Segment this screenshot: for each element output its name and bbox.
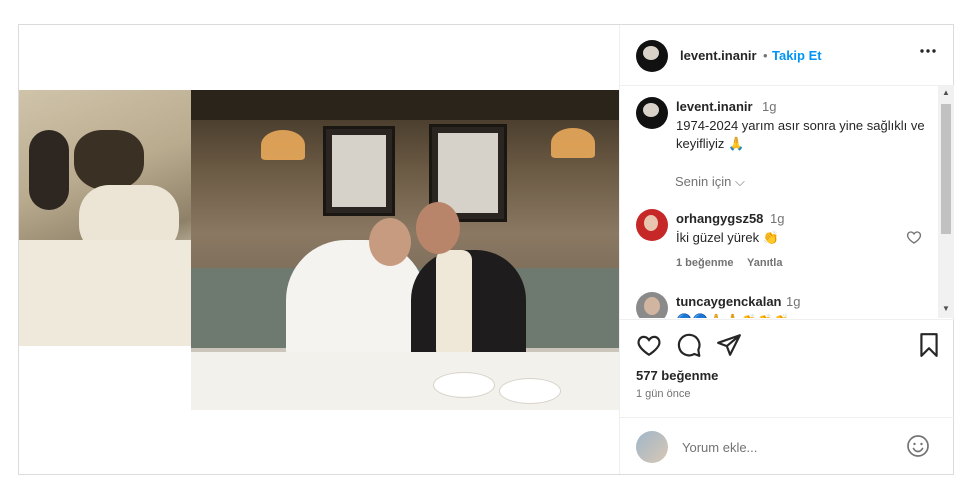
author-username[interactable]: levent.inanir xyxy=(680,48,757,63)
scroll-up-arrow-icon[interactable]: ▲ xyxy=(938,88,954,100)
caption-avatar[interactable] xyxy=(636,97,668,129)
comments-scrollbar[interactable]: ▲ ▼ xyxy=(938,86,954,318)
comment-icon[interactable] xyxy=(676,332,702,358)
post-actions: 577 beğenme 1 gün önce xyxy=(620,319,954,418)
comment-text: 🔵🔵🙏🙏👏👏👏 xyxy=(676,313,789,318)
emoji-icon[interactable] xyxy=(906,434,930,458)
comment-likes[interactable]: 1 beğenme xyxy=(676,257,733,269)
vintage-photo xyxy=(19,90,191,346)
author-avatar[interactable] xyxy=(636,40,668,72)
comment-time[interactable]: 1g xyxy=(786,294,800,309)
caption-time[interactable]: 1g xyxy=(762,99,776,114)
wall-frame-left xyxy=(323,126,395,216)
comment-username[interactable]: orhangygsz58 xyxy=(676,211,763,226)
bookmark-icon[interactable] xyxy=(916,332,942,358)
comment-username[interactable]: tuncaygenckalan xyxy=(676,294,782,309)
caption-username[interactable]: levent.inanir xyxy=(676,99,753,114)
add-comment-bar xyxy=(620,417,954,475)
comment-time[interactable]: 1g xyxy=(770,211,784,226)
current-user-avatar xyxy=(636,431,668,463)
share-icon[interactable] xyxy=(716,332,742,358)
comment-input[interactable] xyxy=(680,434,894,460)
scroll-down-arrow-icon[interactable]: ▼ xyxy=(938,304,954,316)
separator-dot: • xyxy=(763,48,768,63)
heart-icon[interactable] xyxy=(636,332,662,358)
follow-button[interactable]: Takip Et xyxy=(772,48,822,63)
instagram-post: levent.inanir • Takip Et levent.inanir 1… xyxy=(18,24,954,475)
likes-count[interactable]: 577 beğenme xyxy=(636,368,718,383)
restaurant-photo xyxy=(191,90,619,410)
translate-link[interactable]: Senin için ⌵ xyxy=(675,174,745,190)
comment-text: İki güzel yürek 👏 xyxy=(676,230,779,245)
comment-avatar[interactable] xyxy=(636,209,668,241)
post-header: levent.inanir • Takip Et xyxy=(620,25,954,86)
post-sidebar: levent.inanir • Takip Et levent.inanir 1… xyxy=(619,25,954,474)
reply-button[interactable]: Yanıtla xyxy=(747,257,782,269)
post-media[interactable] xyxy=(19,25,619,474)
more-options-icon[interactable] xyxy=(918,41,938,65)
caption-text: 1974-2024 yarım asır sonra yine sağlıklı… xyxy=(676,118,925,151)
comment-avatar[interactable] xyxy=(636,292,668,318)
scroll-thumb[interactable] xyxy=(941,104,951,234)
comments-list[interactable]: levent.inanir 1g 1974-2024 yarım asır so… xyxy=(620,86,938,318)
post-time[interactable]: 1 gün önce xyxy=(636,388,690,400)
comment-like-heart-icon[interactable] xyxy=(906,229,922,245)
